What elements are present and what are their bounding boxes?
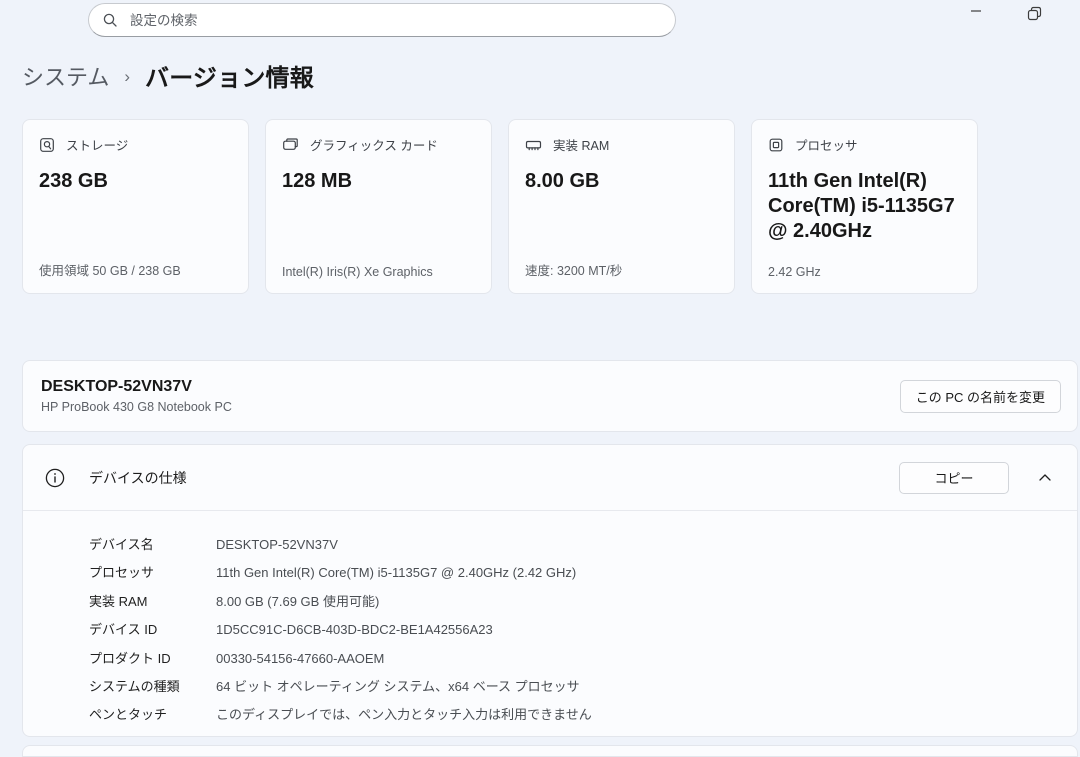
processor-card: プロセッサ 11th Gen Intel(R) Core(TM) i5-1135… bbox=[751, 119, 978, 294]
copy-button[interactable]: コピー bbox=[899, 462, 1009, 494]
info-icon bbox=[45, 468, 65, 488]
device-name: DESKTOP-52VN37V bbox=[41, 378, 232, 396]
spec-value: 1D5CC91C-D6CB-403D-BDC2-BE1A42556A23 bbox=[216, 616, 1077, 644]
spec-label: デバイス ID bbox=[89, 616, 216, 644]
spec-row-pen-touch: ペンとタッチ このディスプレイでは、ペン入力とタッチ入力は利用できません bbox=[89, 701, 1077, 729]
storage-card-value: 238 GB bbox=[39, 169, 232, 194]
page-title: バージョン情報 bbox=[145, 58, 314, 93]
rename-pc-button[interactable]: この PC の名前を変更 bbox=[900, 380, 1061, 413]
graphics-card-label: グラフィックス カード bbox=[310, 135, 438, 154]
minimize-icon bbox=[970, 5, 982, 17]
gpu-icon bbox=[282, 137, 299, 153]
spec-label: ペンとタッチ bbox=[89, 701, 216, 729]
cpu-icon bbox=[768, 137, 784, 153]
spec-row-ram: 実装 RAM 8.00 GB (7.69 GB 使用可能) bbox=[89, 588, 1077, 616]
spec-row-device-name: デバイス名 DESKTOP-52VN37V bbox=[89, 531, 1077, 559]
graphics-card: グラフィックス カード 128 MB Intel(R) Iris(R) Xe G… bbox=[265, 119, 492, 294]
processor-card-value: 11th Gen Intel(R) Core(TM) i5-1135G7 @ 2… bbox=[768, 169, 961, 244]
spec-label: プロセッサ bbox=[89, 559, 216, 587]
restore-icon bbox=[1027, 6, 1042, 21]
spec-label: システムの種類 bbox=[89, 673, 216, 701]
search-input[interactable] bbox=[128, 12, 661, 29]
restore-button[interactable] bbox=[1020, 0, 1048, 26]
spec-value: DESKTOP-52VN37V bbox=[216, 531, 1077, 559]
device-model: HP ProBook 430 G8 Notebook PC bbox=[41, 400, 232, 414]
spec-label: 実装 RAM bbox=[89, 588, 216, 616]
storage-icon bbox=[39, 137, 55, 153]
spec-row-system-type: システムの種類 64 ビット オペレーティング システム、x64 ベース プロセ… bbox=[89, 673, 1077, 701]
device-specs-title: デバイスの仕様 bbox=[89, 468, 187, 488]
chevron-up-icon bbox=[1039, 474, 1051, 481]
summary-cards: ストレージ 238 GB 使用領域 50 GB / 238 GB グラフィックス… bbox=[22, 119, 978, 294]
device-identity: DESKTOP-52VN37V HP ProBook 430 G8 Notebo… bbox=[41, 378, 232, 414]
device-name-card: DESKTOP-52VN37V HP ProBook 430 G8 Notebo… bbox=[22, 360, 1078, 432]
processor-card-label: プロセッサ bbox=[795, 135, 858, 154]
search-icon bbox=[103, 13, 117, 27]
device-specs-card: デバイスの仕様 コピー デバイス名 DESKTOP-52VN37V プロセッサ … bbox=[22, 444, 1078, 737]
spec-label: デバイス名 bbox=[89, 531, 216, 559]
spec-value: 8.00 GB (7.69 GB 使用可能) bbox=[216, 588, 1077, 616]
device-specs-header[interactable]: デバイスの仕様 コピー bbox=[23, 445, 1077, 511]
breadcrumb: システム › バージョン情報 bbox=[22, 58, 314, 93]
ram-icon bbox=[525, 137, 542, 153]
ram-card: 実装 RAM 8.00 GB 速度: 3200 MT/秒 bbox=[508, 119, 735, 294]
graphics-card-caption: Intel(R) Iris(R) Xe Graphics bbox=[282, 265, 475, 279]
spec-label: プロダクト ID bbox=[89, 645, 216, 673]
ram-card-value: 8.00 GB bbox=[525, 169, 718, 194]
spec-row-processor: プロセッサ 11th Gen Intel(R) Core(TM) i5-1135… bbox=[89, 559, 1077, 587]
graphics-card-value: 128 MB bbox=[282, 169, 475, 194]
spec-row-device-id: デバイス ID 1D5CC91C-D6CB-403D-BDC2-BE1A4255… bbox=[89, 616, 1077, 644]
spec-value: 00330-54156-47660-AAOEM bbox=[216, 645, 1077, 673]
storage-card: ストレージ 238 GB 使用領域 50 GB / 238 GB bbox=[22, 119, 249, 294]
chevron-right-icon: › bbox=[124, 65, 130, 87]
collapse-toggle[interactable] bbox=[1033, 466, 1057, 490]
spec-value: このディスプレイでは、ペン入力とタッチ入力は利用できません bbox=[216, 701, 1077, 729]
storage-card-label: ストレージ bbox=[66, 135, 128, 154]
spec-value: 11th Gen Intel(R) Core(TM) i5-1135G7 @ 2… bbox=[216, 559, 1077, 587]
device-specs-body: デバイス名 DESKTOP-52VN37V プロセッサ 11th Gen Int… bbox=[23, 511, 1077, 730]
ram-card-caption: 速度: 3200 MT/秒 bbox=[525, 260, 718, 279]
processor-card-caption: 2.42 GHz bbox=[768, 265, 961, 279]
minimize-button[interactable] bbox=[962, 0, 990, 24]
storage-card-caption: 使用領域 50 GB / 238 GB bbox=[39, 260, 232, 279]
breadcrumb-system[interactable]: システム bbox=[22, 60, 109, 92]
spec-value: 64 ビット オペレーティング システム、x64 ベース プロセッサ bbox=[216, 673, 1077, 701]
spec-row-product-id: プロダクト ID 00330-54156-47660-AAOEM bbox=[89, 645, 1077, 673]
search-box bbox=[88, 3, 676, 37]
ram-card-label: 実装 RAM bbox=[553, 135, 609, 154]
